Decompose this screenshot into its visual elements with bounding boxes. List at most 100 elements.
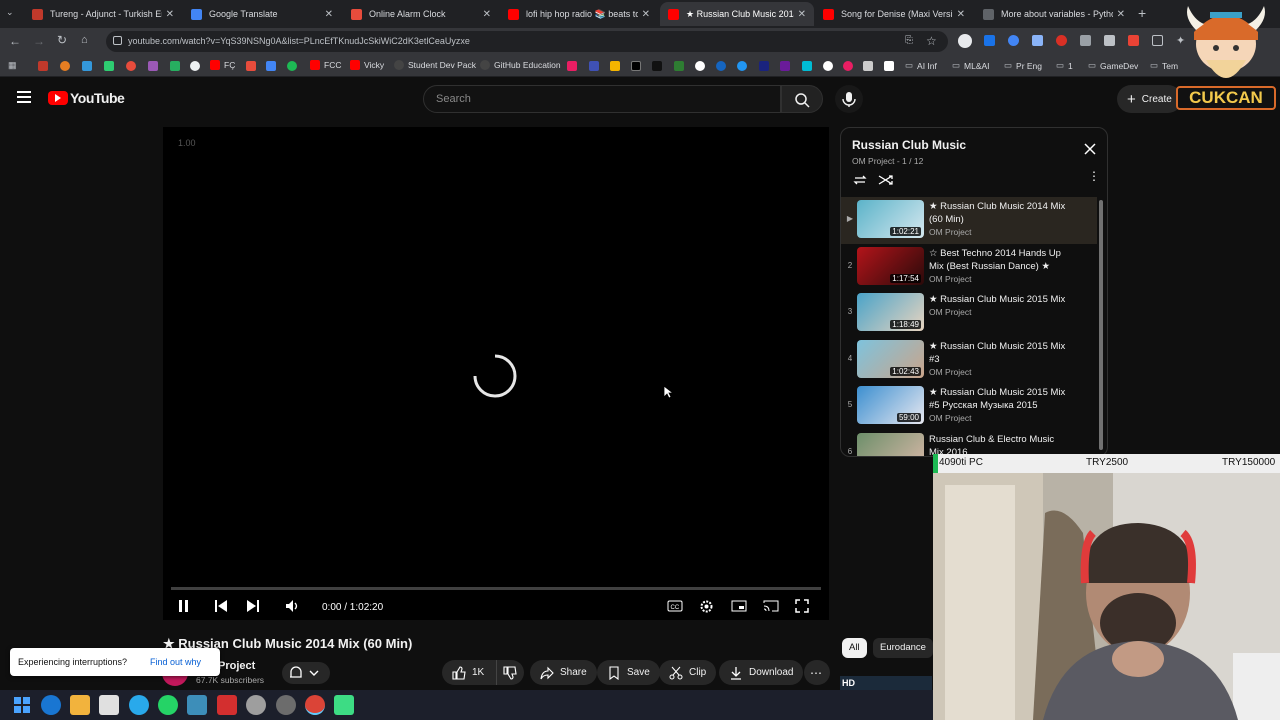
- back-icon[interactable]: ←: [9, 34, 21, 48]
- tab-search-icon[interactable]: ⌄: [6, 7, 20, 21]
- bookmark-student-dev-pack[interactable]: Student Dev Pack: [394, 60, 476, 70]
- playlist-item[interactable]: 5 59:00 ★ Russian Club Music 2015 Mix #5 Р…: [841, 384, 1103, 431]
- bookmark-icon[interactable]: [674, 61, 684, 71]
- playlist-item[interactable]: 2 1:17:54 ☆ Best Techno 2014 Hands Up Mix …: [841, 245, 1103, 292]
- bookmark-icon[interactable]: [780, 61, 790, 71]
- site-info-icon[interactable]: [113, 36, 122, 45]
- youtube-logo-icon[interactable]: [48, 91, 68, 105]
- app-icon[interactable]: [217, 695, 237, 715]
- extension-icon[interactable]: [958, 34, 972, 48]
- install-icon[interactable]: ⎘: [905, 35, 913, 46]
- playlist-item[interactable]: ▶ 1:02:21 ★ Russian Club Music 2014 Mix (6…: [841, 198, 1103, 245]
- browser-tab[interactable]: More about variables - Python ✕: [975, 2, 1133, 26]
- like-button[interactable]: 1K: [442, 660, 496, 685]
- playlist-item[interactable]: 3 1:18:49 ★ Russian Club Music 2015 Mix OM …: [841, 291, 1103, 338]
- playlist-scrollbar[interactable]: [1099, 194, 1105, 454]
- bookmark-folder-ml-ai[interactable]: ▭ ML&AI: [952, 60, 990, 71]
- app-icon[interactable]: [187, 695, 207, 715]
- notification-bell-button[interactable]: [282, 662, 330, 684]
- bookmark-github-education[interactable]: GitHub Education: [480, 60, 561, 70]
- edge-icon[interactable]: [41, 695, 61, 715]
- recommended-thumbnail[interactable]: HD: [840, 676, 932, 690]
- bookmark-folder-tem[interactable]: ▭ Tem: [1150, 60, 1178, 71]
- save-button[interactable]: Save: [597, 660, 660, 685]
- find-out-why-link[interactable]: Find out why: [150, 657, 201, 667]
- tab-close-icon[interactable]: ✕: [325, 9, 333, 20]
- bookmark-icon[interactable]: [567, 61, 577, 71]
- extension-icon[interactable]: [1008, 35, 1019, 46]
- spotify-icon[interactable]: [287, 61, 297, 71]
- bookmark-icon[interactable]: [863, 61, 873, 71]
- previous-button[interactable]: [214, 599, 228, 613]
- bookmark-icon[interactable]: [246, 61, 256, 71]
- chrome-icon[interactable]: [305, 695, 325, 715]
- x-icon[interactable]: [652, 61, 662, 71]
- bookmark-icon[interactable]: [190, 61, 200, 71]
- voice-search-button[interactable]: [835, 85, 863, 113]
- tab-close-icon[interactable]: ✕: [1117, 9, 1125, 20]
- progress-bar[interactable]: [171, 587, 821, 590]
- more-options-icon[interactable]: ⋮: [1088, 170, 1100, 182]
- bookmark-icon[interactable]: [884, 61, 894, 71]
- app-icon[interactable]: [334, 695, 354, 715]
- forward-icon[interactable]: →: [33, 34, 45, 48]
- bookmark-star-icon[interactable]: ☆: [926, 34, 937, 48]
- youtube-logo-text[interactable]: YouTube: [70, 90, 125, 106]
- extension-icon[interactable]: [1104, 35, 1115, 46]
- playlist-item-thumbnail[interactable]: 1:20:03: [857, 433, 924, 456]
- browser-tab[interactable]: Song for Denise (Maxi Versi ✕: [815, 2, 973, 26]
- bookmark-icon[interactable]: [716, 61, 726, 71]
- bookmark-folder-ai-inf[interactable]: ▭ AI Inf: [905, 60, 937, 71]
- extension-icon[interactable]: [1152, 35, 1163, 46]
- bookmark-icon[interactable]: [802, 61, 812, 71]
- extension-icon[interactable]: [984, 35, 995, 46]
- extension-icon[interactable]: [1056, 35, 1067, 46]
- browser-tab[interactable]: ★ Russian Club Music 2014 Mi✕: [660, 2, 814, 26]
- share-button[interactable]: Share: [530, 660, 597, 685]
- tab-close-icon[interactable]: ✕: [483, 9, 491, 20]
- search-input[interactable]: Search: [423, 85, 781, 113]
- more-actions-button[interactable]: ⋯: [804, 660, 830, 685]
- playlist-item-thumbnail[interactable]: 59:00: [857, 386, 924, 425]
- pause-button[interactable]: [177, 599, 191, 613]
- video-player[interactable]: 1.00 0:00 / 1:02:20 CC: [163, 127, 829, 620]
- volume-button[interactable]: [285, 599, 301, 613]
- bookmark-icon[interactable]: [589, 61, 599, 71]
- bookmark-vicky[interactable]: Vicky: [350, 60, 384, 70]
- search-button[interactable]: [781, 85, 823, 113]
- playlist-title[interactable]: Russian Club Music: [852, 138, 966, 152]
- windows-start-icon[interactable]: [12, 695, 32, 715]
- download-button[interactable]: Download: [719, 660, 804, 685]
- browser-tab[interactable]: Tureng - Adjunct - Turkish Eng ✕: [24, 2, 182, 26]
- browser-tab[interactable]: Online Alarm Clock ✕: [343, 2, 499, 26]
- bookmark-folder-gamedev[interactable]: ▭ GameDev: [1088, 60, 1138, 71]
- playlist-item-thumbnail[interactable]: 1:17:54: [857, 246, 924, 285]
- bookmark-icon[interactable]: [631, 61, 641, 71]
- extension-icon[interactable]: [1128, 35, 1139, 46]
- subtitles-button[interactable]: CC: [667, 599, 683, 613]
- next-button[interactable]: [246, 599, 260, 613]
- close-playlist-button[interactable]: [1084, 143, 1096, 155]
- browser-tab[interactable]: Google Translate ✕: [183, 2, 341, 26]
- file-explorer-icon[interactable]: [70, 695, 90, 715]
- extension-icon[interactable]: [1080, 35, 1091, 46]
- bookmark-icon[interactable]: [695, 61, 705, 71]
- bookmark-icon[interactable]: [126, 61, 136, 71]
- miniplayer-button[interactable]: [731, 599, 747, 613]
- bookmark-icon[interactable]: [170, 61, 180, 71]
- bookmark-folder-pr-eng[interactable]: ▭ Pr Eng: [1004, 60, 1042, 71]
- bookmark-icon[interactable]: [737, 61, 747, 71]
- apps-icon[interactable]: ▦: [8, 60, 17, 71]
- cast-button[interactable]: [763, 599, 779, 613]
- telegram-icon[interactable]: [129, 695, 149, 715]
- fullscreen-button[interactable]: [795, 599, 809, 613]
- playlist-item-thumbnail[interactable]: 1:02:21: [857, 200, 924, 238]
- bookmark-icon[interactable]: [104, 61, 114, 71]
- url-field[interactable]: youtube.com/watch?v=YqS39NSNg0A&list=PLn…: [106, 31, 948, 52]
- new-tab-button[interactable]: +: [1138, 5, 1146, 21]
- create-button[interactable]: + Create: [1117, 85, 1182, 113]
- playlist-item[interactable]: 4 1:02:43 ★ Russian Club Music 2015 Mix #3…: [841, 338, 1103, 385]
- playlist-item-thumbnail[interactable]: 1:02:43: [857, 339, 924, 378]
- reload-icon[interactable]: ↻: [57, 33, 67, 47]
- channel-name[interactable]: Project: [218, 660, 255, 672]
